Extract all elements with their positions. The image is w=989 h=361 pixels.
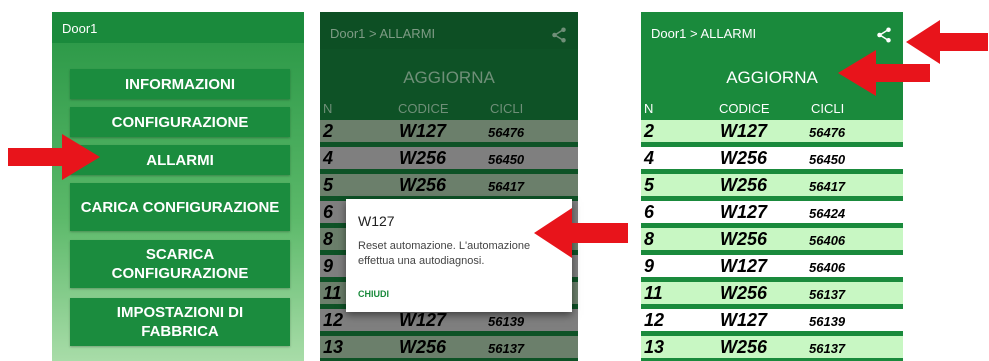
red-arrow-icon [8, 134, 100, 180]
alarm-code: W127 [720, 202, 768, 222]
alarm-number: 4 [323, 148, 334, 168]
alarm-code: W127 [399, 310, 447, 330]
alarm-cycles: 56417 [809, 179, 846, 194]
alarm-number: 4 [644, 148, 655, 168]
status-strip [52, 0, 304, 12]
header-cicli: CICLI [490, 101, 524, 116]
alarm-cycles: 56139 [809, 314, 846, 329]
alarm-code: W256 [720, 148, 768, 168]
alarm-code: W256 [720, 337, 768, 357]
alarm-code: W256 [399, 175, 447, 195]
share-icon[interactable] [550, 26, 568, 44]
alarm-cycles: 56139 [488, 314, 525, 329]
alarm-row[interactable]: 6 W127 56424 [641, 201, 903, 223]
header-n: N [644, 101, 654, 116]
alarm-code: W127 [720, 121, 768, 141]
alarm-number: 5 [644, 175, 655, 195]
alarm-number: 2 [644, 121, 655, 141]
alarm-number: 11 [644, 283, 663, 303]
alarm-cycles: 56137 [809, 287, 846, 302]
alarm-cycles: 56406 [809, 233, 846, 248]
alarm-number: 2 [323, 121, 334, 141]
app-bar: Door1 [52, 12, 304, 43]
alarm-number: 8 [644, 229, 655, 249]
alarm-cycles: 56450 [488, 152, 525, 167]
aggiorna-button[interactable]: AGGIORNA [320, 68, 578, 88]
alarm-number: 6 [644, 202, 655, 222]
alarm-row[interactable]: 9 W127 56406 [641, 255, 903, 277]
alarm-row[interactable]: 2 W127 56476 [320, 120, 578, 142]
alarm-cycles: 56476 [488, 125, 525, 140]
impostazioni-di-fabbrica-button[interactable]: IMPOSTAZIONI DI FABBRICA [70, 298, 290, 346]
alarm-row[interactable]: 12 W127 56139 [641, 309, 903, 331]
alarm-code: W256 [399, 148, 447, 168]
alarm-number: 5 [323, 175, 334, 195]
alarm-cycles: 56137 [488, 341, 525, 356]
header-cicli: CICLI [811, 101, 845, 116]
alarm-row[interactable]: 12 W127 56139 [320, 309, 578, 331]
alarm-code: W127 [720, 256, 768, 276]
alarm-cycles: 56137 [809, 341, 846, 356]
alarm-number: 6 [323, 202, 334, 222]
alarm-number: 13 [644, 337, 665, 357]
alarm-number: 13 [323, 337, 344, 357]
scarica-configurazione-button[interactable]: SCARICA CONFIGURAZIONE [70, 240, 290, 288]
alarm-code: W256 [720, 229, 768, 249]
red-arrow-icon [838, 50, 930, 96]
dialog-title: W127 [358, 213, 395, 229]
app-bar: Door1 > ALLARMI [641, 12, 903, 49]
carica-configurazione-button[interactable]: CARICA CONFIGURAZIONE [70, 183, 290, 231]
alarm-row[interactable]: 8 W256 56406 [641, 228, 903, 250]
alarm-row[interactable]: 5 W256 56417 [320, 174, 578, 196]
alarm-cycles: 56476 [809, 125, 846, 140]
configurazione-button[interactable]: CONFIGURAZIONE [70, 107, 290, 137]
app-bar-title: Door1 > ALLARMI [651, 26, 757, 41]
header-codice: CODICE [398, 101, 449, 116]
informazioni-button[interactable]: INFORMAZIONI [70, 69, 290, 99]
alarm-code: W256 [720, 175, 768, 195]
chiudi-button[interactable]: CHIUDI [358, 289, 389, 299]
share-icon[interactable] [875, 26, 893, 44]
alarm-number: 11 [323, 283, 342, 303]
header-n: N [323, 101, 333, 116]
status-strip [320, 0, 578, 12]
table-header: N CODICE CICLI [641, 98, 903, 118]
alarm-row[interactable]: 4 W256 56450 [320, 147, 578, 169]
allarmi-button[interactable]: ALLARMI [70, 145, 290, 175]
app-bar-title: Door1 > ALLARMI [330, 26, 436, 41]
header-codice: CODICE [719, 101, 770, 116]
alarm-row[interactable]: 13 W256 56137 [641, 336, 903, 358]
alarm-number: 12 [644, 310, 665, 330]
alarm-code: W256 [399, 337, 447, 357]
app-bar-title: Door1 [62, 21, 98, 36]
table-header: N CODICE CICLI [320, 98, 578, 118]
alarm-number: 12 [323, 310, 344, 330]
alarm-row[interactable]: 13 W256 56137 [320, 336, 578, 358]
alarm-row[interactable]: 4 W256 56450 [641, 147, 903, 169]
alarm-code: W127 [720, 310, 768, 330]
alarm-number: 9 [323, 256, 334, 276]
status-strip [641, 0, 903, 12]
alarm-cycles: 56424 [809, 206, 846, 221]
alarm-number: 8 [323, 229, 334, 249]
alarm-cycles: 56450 [809, 152, 846, 167]
alarm-row[interactable]: 2 W127 56476 [641, 120, 903, 142]
alarm-code: W127 [399, 121, 447, 141]
alarm-row[interactable]: 11 W256 56137 [641, 282, 903, 304]
main-menu-screen: Door1 INFORMAZIONI CONFIGURAZIONE ALLARM… [52, 0, 304, 361]
red-arrow-icon [534, 208, 628, 258]
app-bar: Door1 > ALLARMI [320, 12, 578, 49]
alarm-row[interactable]: 5 W256 56417 [641, 174, 903, 196]
alarm-cycles: 56406 [809, 260, 846, 275]
alarm-code: W256 [720, 283, 768, 303]
alarm-number: 9 [644, 256, 655, 276]
alarm-cycles: 56417 [488, 179, 525, 194]
